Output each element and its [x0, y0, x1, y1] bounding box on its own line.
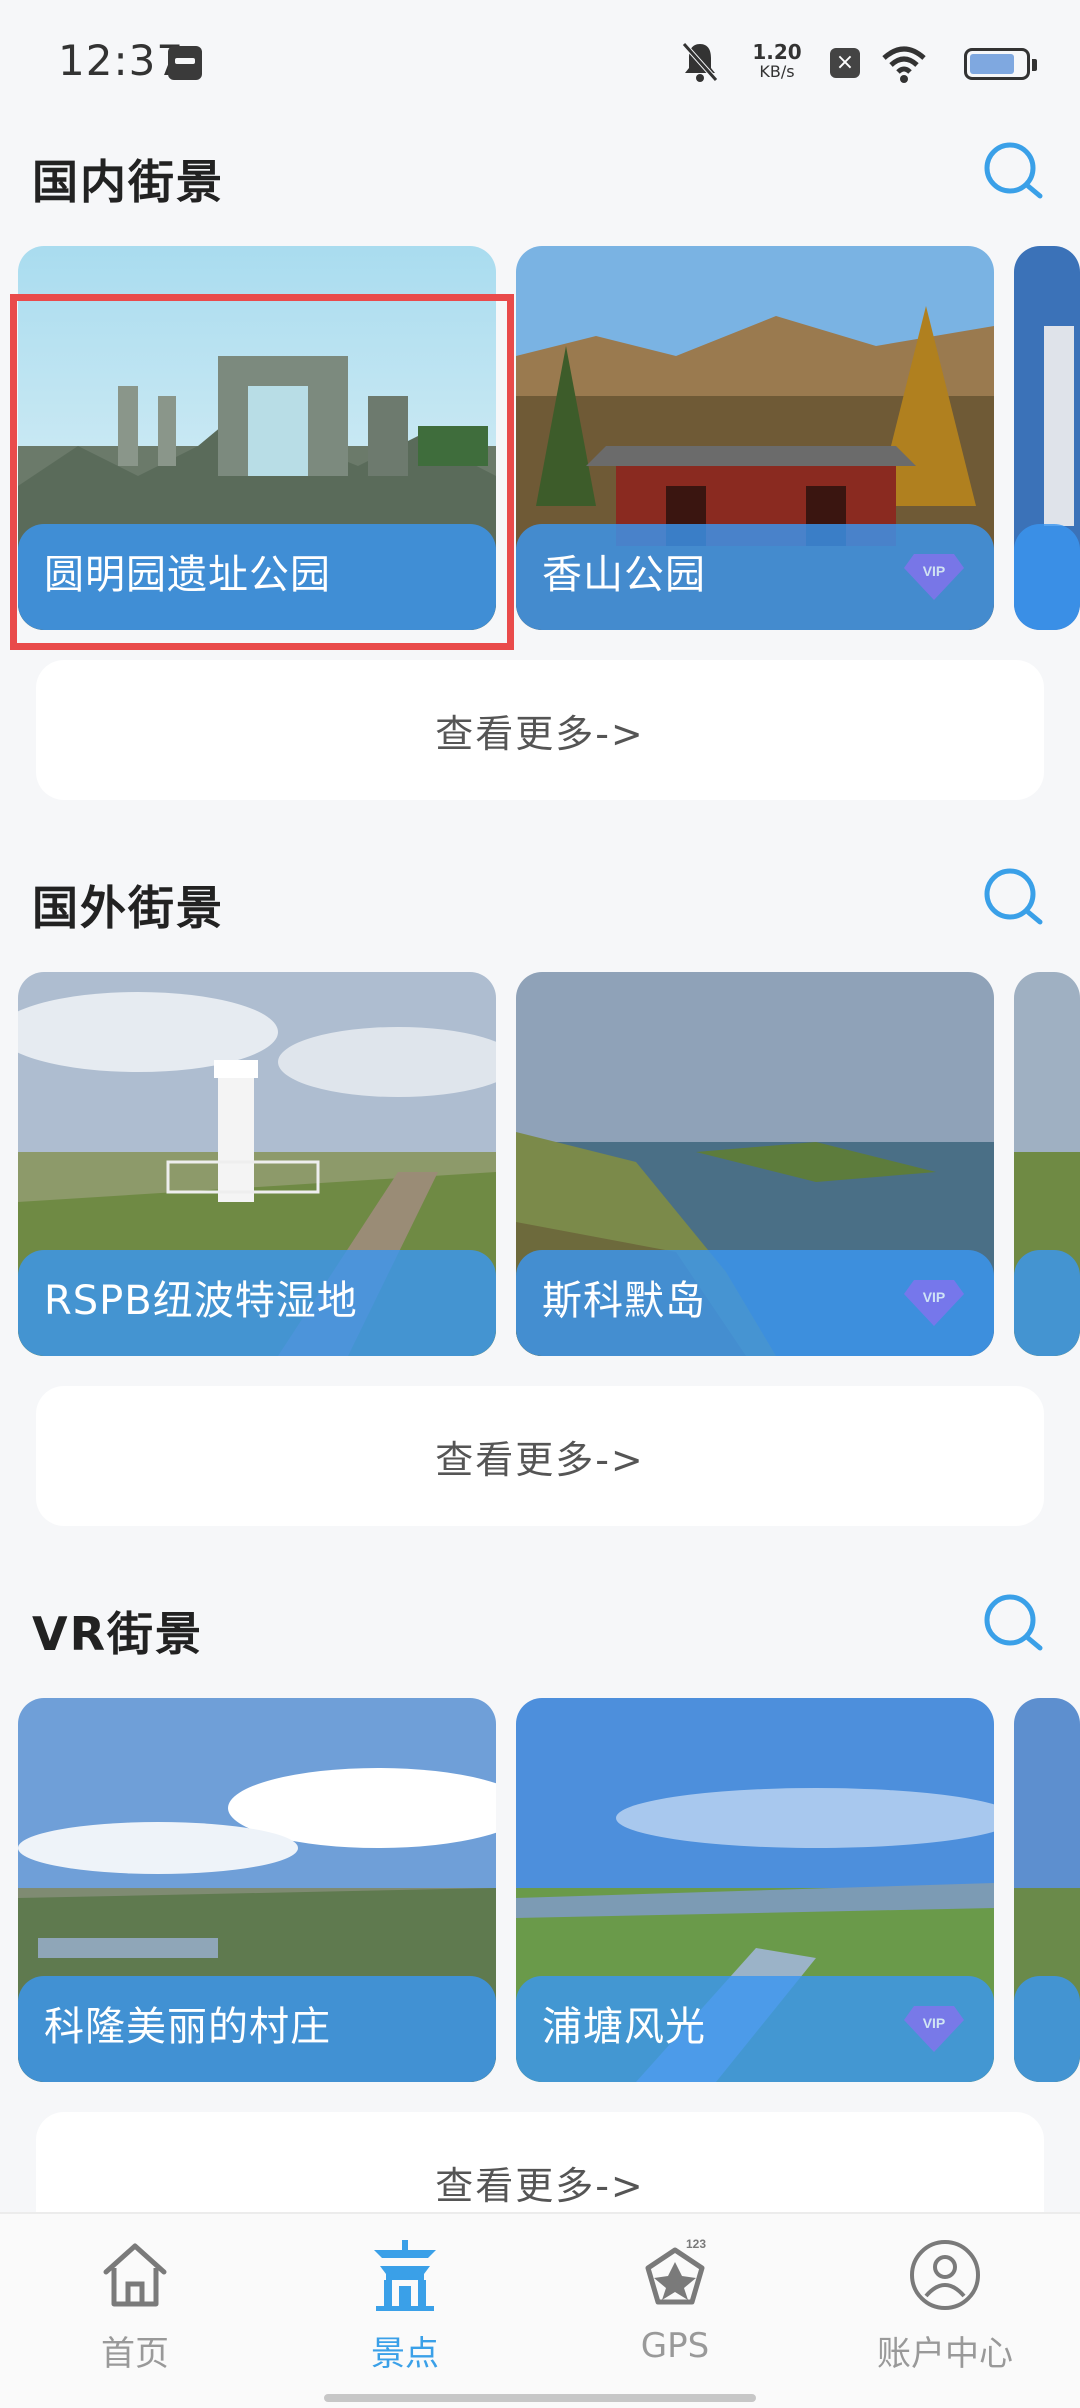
- section-title: VR街景: [32, 1607, 204, 1661]
- section-title: 国外街景: [32, 881, 224, 935]
- status-bar: 12:37 1.20 KB/s ×: [0, 0, 1080, 128]
- svg-text:123: 123: [686, 2237, 706, 2251]
- nav-label: 首页: [101, 2334, 169, 2374]
- bottom-navigation: 首页 景点 123 GPS 账户中心: [0, 2212, 1080, 2408]
- nav-tab-account[interactable]: 账户中心: [845, 2236, 1045, 2386]
- view-more-button[interactable]: 查看更多->: [36, 1386, 1044, 1526]
- card-label: 圆明园遗址公园: [44, 552, 331, 598]
- scenic-card[interactable]: 斯科默岛 VIP: [516, 972, 994, 1356]
- card-label: 浦塘风光: [542, 2004, 706, 2050]
- card-label-band: [1014, 1976, 1080, 2082]
- card-label: RSPB纽波特湿地: [44, 1278, 358, 1324]
- card-label: 香山公园: [542, 552, 706, 598]
- card-label: 斯科默岛: [542, 1278, 706, 1324]
- account-icon: [910, 2240, 980, 2310]
- nav-tab-gps[interactable]: 123 GPS: [575, 2236, 775, 2386]
- card-carousel[interactable]: 科隆美丽的村庄 浦塘风光 VIP: [18, 1698, 1080, 2082]
- scenic-card[interactable]: [1014, 972, 1080, 1356]
- network-speed-unit: KB/s: [759, 62, 795, 81]
- network-speed: 1.20 KB/s: [742, 42, 812, 82]
- nav-label: 景点: [371, 2334, 439, 2374]
- app-notification-icon: [168, 46, 202, 80]
- network-speed-value: 1.20: [752, 40, 802, 64]
- scenic-card[interactable]: 浦塘风光 VIP: [516, 1698, 994, 2082]
- svg-text:VIP: VIP: [923, 563, 946, 579]
- scenic-card[interactable]: RSPB纽波特湿地: [18, 972, 496, 1356]
- pavilion-icon: [374, 2240, 436, 2311]
- scenic-card[interactable]: 科隆美丽的村庄: [18, 1698, 496, 2082]
- mute-bell-icon: [682, 42, 718, 82]
- battery-icon: [964, 48, 1037, 80]
- card-label-band: [1014, 524, 1080, 630]
- nav-tab-attractions[interactable]: 景点: [305, 2236, 505, 2386]
- search-icon[interactable]: [982, 866, 1046, 930]
- card-carousel[interactable]: RSPB纽波特湿地 斯科默岛 VIP: [18, 972, 1080, 1356]
- nav-label: GPS: [640, 2326, 710, 2366]
- vip-badge-icon: VIP: [904, 1280, 964, 1326]
- card-carousel[interactable]: 圆明园遗址公园 香山公园 VIP: [18, 246, 1080, 630]
- search-icon[interactable]: [982, 140, 1046, 204]
- svg-text:VIP: VIP: [923, 2015, 946, 2031]
- scenic-card[interactable]: 圆明园遗址公园: [18, 246, 496, 630]
- scenic-card[interactable]: [1014, 246, 1080, 630]
- status-time: 12:37: [58, 36, 185, 85]
- home-indicator[interactable]: [324, 2394, 756, 2402]
- no-sim-icon: ×: [830, 48, 860, 78]
- vip-badge-icon: VIP: [904, 2006, 964, 2052]
- nav-tab-home[interactable]: 首页: [35, 2236, 235, 2386]
- section-title: 国内街景: [32, 155, 224, 209]
- wifi-icon: [882, 46, 926, 83]
- svg-text:VIP: VIP: [923, 1289, 946, 1305]
- gps-badge-icon: 123: [645, 2237, 706, 2305]
- scenic-card[interactable]: [1014, 1698, 1080, 2082]
- home-icon: [103, 2243, 167, 2307]
- nav-label: 账户中心: [877, 2334, 1013, 2374]
- vip-badge-icon: VIP: [904, 554, 964, 600]
- card-label: 科隆美丽的村庄: [44, 2004, 331, 2050]
- card-label-band: [1014, 1250, 1080, 1356]
- scenic-card[interactable]: 香山公园 VIP: [516, 246, 994, 630]
- view-more-button[interactable]: 查看更多->: [36, 660, 1044, 800]
- search-icon[interactable]: [982, 1592, 1046, 1656]
